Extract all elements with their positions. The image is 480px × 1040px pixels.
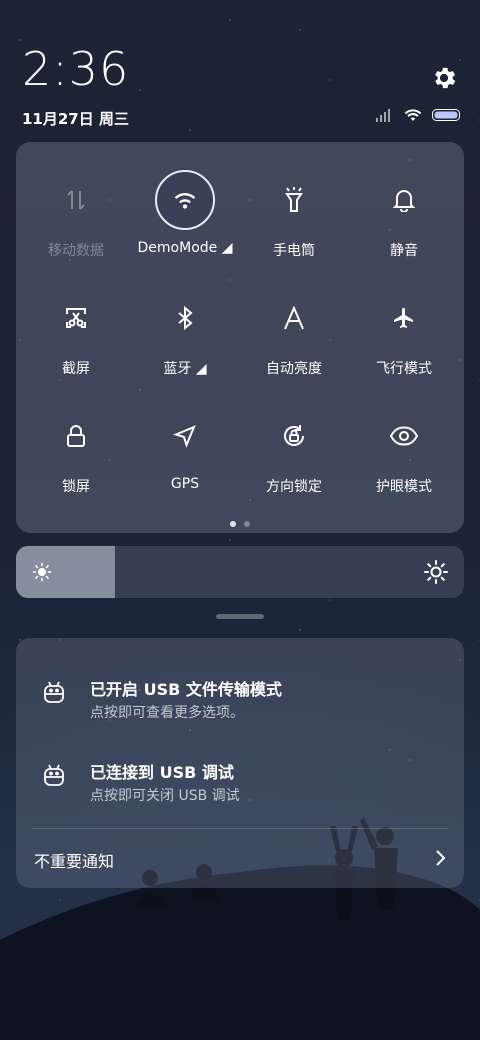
clock-date[interactable]: 11月27日 周三 [22, 108, 129, 129]
tile-auto-brightness[interactable]: 自动亮度 [238, 260, 350, 378]
brightness-high-icon [424, 560, 448, 584]
tile-label: 移动数据 [48, 243, 104, 259]
brightness-low-icon [32, 562, 52, 582]
wifi-status-icon [404, 109, 422, 121]
tile-label: 截屏 [62, 361, 90, 377]
notification-subtitle: 点按即可关闭 USB 调试 [90, 788, 240, 804]
location-icon [155, 406, 215, 466]
tile-flashlight[interactable]: 手电筒 [238, 142, 350, 260]
airplane-icon [374, 288, 434, 348]
tile-eye-care[interactable]: 护眼模式 [348, 378, 460, 496]
wifi-icon [155, 170, 215, 230]
eye-icon [374, 406, 434, 466]
drag-handle[interactable] [216, 614, 264, 619]
tile-lock-screen[interactable]: 锁屏 [20, 378, 132, 496]
page-dot-2[interactable] [244, 521, 250, 527]
page-dot-1[interactable] [230, 521, 236, 527]
android-icon [44, 681, 64, 703]
quick-settings-panel: 移动数据 DemoMode ◢ 手电筒 静音 截屏 蓝牙 ◢ 自动亮度 飞行模式… [16, 142, 464, 533]
auto-brightness-icon [264, 288, 324, 348]
tile-rotation-lock[interactable]: 方向锁定 [238, 378, 350, 496]
status-clock-area: 2:36 [22, 46, 129, 92]
page-indicator [230, 521, 250, 527]
divider [32, 828, 448, 829]
lock-icon [46, 406, 106, 466]
settings-gear-icon[interactable] [430, 64, 458, 92]
tile-label: 静音 [390, 243, 418, 259]
bluetooth-icon [155, 288, 215, 348]
brightness-fill [16, 546, 115, 598]
tile-label: 自动亮度 [266, 361, 322, 377]
notification-card: 已开启 USB 文件传输模式 点按即可查看更多选项。 已连接到 USB 调试 点… [16, 638, 464, 888]
unimportant-notifications-link[interactable]: 不重要通知 [34, 848, 114, 872]
system-status-icons [376, 108, 462, 122]
brightness-slider[interactable] [16, 546, 464, 598]
bell-icon [374, 170, 434, 230]
notification-subtitle: 点按即可查看更多选项。 [90, 705, 244, 721]
tile-airplane[interactable]: 飞行模式 [348, 260, 460, 378]
notification-usb-debugging[interactable]: 已连接到 USB 调试 点按即可关闭 USB 调试 [16, 739, 464, 809]
notification-title: 已开启 USB 文件传输模式 [90, 680, 282, 699]
tile-label: 飞行模式 [376, 361, 432, 377]
rotation-lock-icon [264, 406, 324, 466]
tile-wifi[interactable]: DemoMode ◢ [129, 142, 241, 260]
signal-icon [376, 109, 390, 122]
android-icon [44, 764, 64, 786]
battery-icon [432, 109, 460, 121]
notification-usb-file-transfer[interactable]: 已开启 USB 文件传输模式 点按即可查看更多选项。 [16, 656, 464, 726]
chevron-right-icon[interactable] [432, 848, 448, 868]
screenshot-icon [46, 288, 106, 348]
tile-mobile-data[interactable]: 移动数据 [20, 142, 132, 260]
tile-gps[interactable]: GPS [129, 378, 241, 496]
flashlight-icon [264, 170, 324, 230]
tile-label: 锁屏 [62, 479, 90, 495]
notification-title: 已连接到 USB 调试 [90, 763, 234, 782]
tile-screenshot[interactable]: 截屏 [20, 260, 132, 378]
tile-label: GPS [170, 476, 200, 492]
tile-bluetooth[interactable]: 蓝牙 ◢ [129, 260, 241, 378]
tile-label: 蓝牙 ◢ [163, 361, 207, 377]
tile-label: DemoMode ◢ [137, 240, 233, 256]
tile-label: 手电筒 [273, 243, 315, 259]
mobile-data-icon [46, 170, 106, 230]
tile-label: 方向锁定 [266, 479, 322, 495]
tile-silent[interactable]: 静音 [348, 142, 460, 260]
clock-time[interactable]: 2:36 [22, 46, 129, 92]
tile-label: 护眼模式 [376, 479, 432, 495]
